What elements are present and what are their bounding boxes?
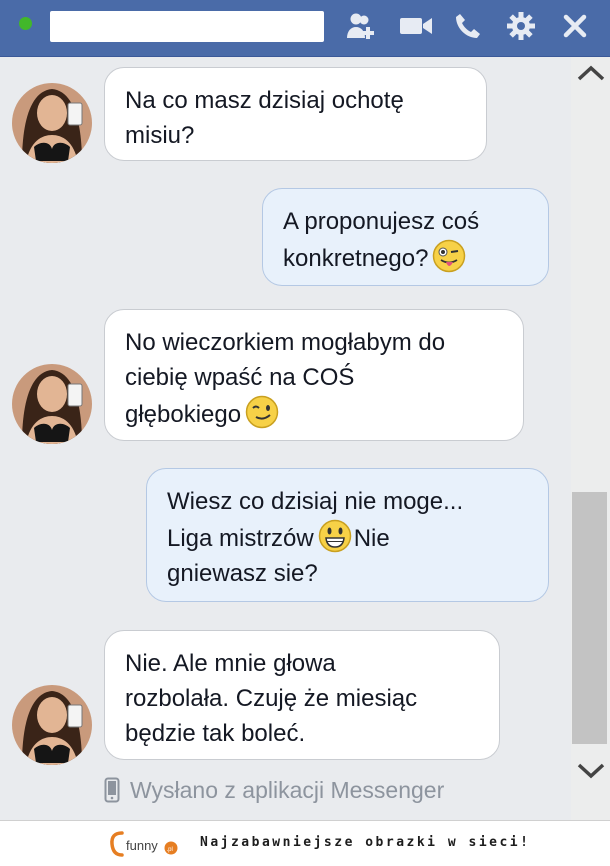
tagline: Najzabawniejsze obrazki w sieci! <box>200 835 531 850</box>
wink-emoji <box>245 395 279 429</box>
message-line: No wieczorkiem mogłabym do <box>125 329 446 356</box>
add-friend-icon[interactable] <box>344 8 380 44</box>
message-line: A proponujesz coś <box>283 208 480 235</box>
message-bubble-outgoing[interactable]: Wiesz co dzisiaj nie moge... Liga mistrz… <box>146 468 549 602</box>
message-bubble-incoming[interactable]: No wieczorkiem mogłabym do ciebię wpaść … <box>104 309 524 441</box>
message-line: Na co masz dzisiaj ochotę <box>125 87 404 114</box>
video-call-icon[interactable] <box>398 8 434 44</box>
message-line: ciebię wpaść na COŚ <box>125 364 355 391</box>
message-line: Nie <box>353 525 390 552</box>
contact-name[interactable] <box>50 11 324 42</box>
funny-logo[interactable]: funny .pl <box>108 829 184 866</box>
message-line: głębokiego <box>125 401 242 428</box>
message-line: Nie. Ale mnie głowa <box>125 650 336 677</box>
message-line: konkretnego? <box>283 245 429 272</box>
phone-icon[interactable] <box>450 8 486 44</box>
scroll-up-icon[interactable] <box>576 62 606 84</box>
scroll-down-icon[interactable] <box>576 760 606 782</box>
message-line: gniewasz sie? <box>167 560 318 587</box>
mobile-phone-icon <box>104 777 120 803</box>
gear-icon[interactable] <box>503 8 539 44</box>
contact-avatar[interactable] <box>12 685 92 765</box>
sent-via-note: Wysłano z aplikacji Messenger <box>104 772 444 808</box>
message-line: Wiesz co dzisiaj nie moge... <box>167 488 464 515</box>
message-line: Liga mistrzów <box>167 525 314 552</box>
message-line: będzie tak boleć. <box>125 720 306 747</box>
online-status-indicator <box>19 17 32 30</box>
chat-header <box>0 0 610 57</box>
message-line: rozbolała. Czuję że miesiąc <box>125 685 418 712</box>
scrollbar-thumb[interactable] <box>572 492 607 744</box>
message-bubble-incoming[interactable]: Nie. Ale mnie głowa rozbolała. Czuję że … <box>104 630 500 760</box>
message-bubble-incoming[interactable]: Na co masz dzisiaj ochotę misiu? <box>104 67 487 161</box>
close-icon[interactable] <box>557 8 593 44</box>
grin-emoji <box>318 519 351 553</box>
contact-avatar[interactable] <box>12 364 92 444</box>
message-bubble-outgoing[interactable]: A proponujesz coś konkretnego? <box>262 188 549 286</box>
logo-text: funny <box>126 838 158 853</box>
branding-footer: funny .pl Najzabawniejsze obrazki w siec… <box>0 820 610 865</box>
logo-suffix: .pl <box>167 847 173 853</box>
sent-via-text: Wysłano z aplikacji Messenger <box>130 776 445 803</box>
message-line: misiu? <box>125 122 195 149</box>
contact-avatar[interactable] <box>12 83 92 163</box>
tongue-wink-emoji <box>433 239 466 273</box>
